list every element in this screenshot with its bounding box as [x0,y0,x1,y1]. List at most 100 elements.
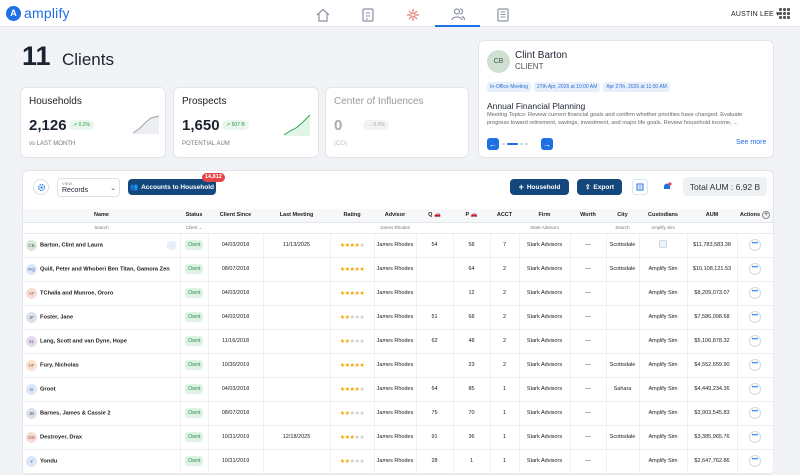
nav-clients[interactable] [435,3,480,27]
client-name[interactable]: Barton, Clint and Laura [40,242,103,248]
col-name[interactable]: Name [23,209,180,223]
client-name[interactable]: Quill, Peter and Whoberi Ben Titan, Gamo… [40,266,170,272]
filter-button[interactable] [632,179,648,195]
rating-stars[interactable]: ★★★★★ [330,401,375,426]
client-name[interactable]: Fury, Nicholas [40,362,79,368]
more-actions-button[interactable]: ••• [749,407,761,419]
col-p[interactable]: P 🚗 [453,209,490,223]
export-button[interactable]: ⇪ Export [577,179,622,195]
rating-stars[interactable]: ★★★★★ [330,377,375,402]
firm-filter[interactable]: Stark Advisors [519,222,570,234]
add-column-icon[interactable]: + [762,211,771,220]
more-actions-button[interactable]: ••• [749,239,761,251]
client-name[interactable]: Lang, Scott and van Dyne, Hope [40,338,127,344]
col-aum[interactable]: AUM [687,209,737,223]
rating-stars[interactable]: ★★★★★ [330,233,375,258]
client-name-cell[interactable]: JF Foster, Jane [23,305,181,330]
col-client-since[interactable]: Client Since [208,209,263,223]
client-name-cell[interactable]: NF Fury, Nicholas [23,353,181,378]
table-row[interactable]: PQ Quill, Peter and Whoberi Ben Titan, Ga… [23,257,774,282]
rating-stars[interactable]: ★★★★★ [330,257,375,282]
amplify-logo[interactable]: A amplify [6,5,70,21]
client-name[interactable]: Foster, Jane [40,314,73,320]
col-q[interactable]: Q 🚗 [416,209,453,223]
table-row[interactable]: NF Fury, Nicholas Client 10/30/2019 ★★★★★ Jam… [23,353,774,378]
client-name-cell[interactable]: DD Destroyer, Drax [23,425,181,450]
rating-stars[interactable]: ★★★★★ [330,305,375,330]
col-acct[interactable]: ACCT [490,209,519,223]
see-more-link[interactable]: See more [736,139,766,146]
table-row[interactable]: Y Yondu Client 10/31/2019 ★★★★★ James Rhodes 2… [23,449,774,474]
client-name-cell[interactable]: CB Barton, Clint and Laura [23,233,181,258]
custodians-filter[interactable]: Amplify Sim [639,222,687,234]
nav-reports[interactable] [480,3,525,27]
more-actions-button[interactable]: ••• [749,335,761,347]
user-menu[interactable]: AUSTIN LEE ▾ [731,10,780,18]
table-row[interactable]: DD Destroyer, Drax Client 10/31/2019 12/18/2… [23,425,774,450]
household-icon[interactable] [166,240,176,250]
name-search-input[interactable]: Search [23,222,180,234]
last-meeting: 12/18/2025 [263,425,331,450]
firm: Stark Advisors [519,329,571,354]
client-name-cell[interactable]: JB Barnes, James & Cassie 2 [23,401,181,426]
prev-button[interactable]: ← [487,138,499,150]
nav-home[interactable] [300,3,345,27]
table-row[interactable]: G Groot Client 04/03/2018 ★★★★★ James Rhodes 6… [23,377,774,402]
client-name[interactable]: Barnes, James & Cassie 2 [40,410,111,416]
city-search-input[interactable]: Search [606,222,639,234]
more-actions-button[interactable]: ••• [749,431,761,443]
apps-grid-icon[interactable] [779,8,790,19]
client-name[interactable]: Clint Barton [515,50,567,61]
rating-stars[interactable]: ★★★★★ [330,449,375,474]
col-status[interactable]: Status [180,209,208,223]
table-row[interactable]: SL Lang, Scott and van Dyne, Hope Client 11… [23,329,774,354]
add-household-button[interactable]: + Household [510,179,569,195]
more-actions-button[interactable]: ••• [749,383,761,395]
client-name-cell[interactable]: PQ Quill, Peter and Whoberi Ben Titan, Ga… [23,257,181,282]
client-name[interactable]: Destroyer, Drax [40,434,82,440]
col-actions[interactable]: Actions + [737,209,773,223]
notifications-button[interactable] [659,179,675,195]
advisor-filter[interactable]: James Rhodes [374,222,416,234]
status-filter[interactable]: Client ⌄ [180,222,208,234]
client-name-cell[interactable]: AT TChalla and Munroe, Ororo [23,281,181,306]
col-advisor[interactable]: Advisor [374,209,416,223]
col-rating[interactable]: Rating [330,209,374,223]
nav-finance[interactable] [345,3,390,27]
client-name[interactable]: TChalla and Munroe, Ororo [40,290,113,296]
client-name-cell[interactable]: G Groot [23,377,181,402]
next-button[interactable]: → [541,138,553,150]
rating-stars[interactable]: ★★★★★ [330,353,375,378]
client-name-cell[interactable]: Y Yondu [23,449,181,474]
col-last-meeting[interactable]: Last Meeting [263,209,330,223]
more-actions-button[interactable]: ••• [749,311,761,323]
more-actions-button[interactable]: ••• [749,359,761,371]
col-city[interactable]: City [606,209,639,223]
table-row[interactable]: CB Barton, Clint and Laura Client 04/03/201… [23,233,774,258]
bell-icon [664,182,672,191]
rating-stars[interactable]: ★★★★★ [330,329,375,354]
rating-stars[interactable]: ★★★★★ [330,425,375,450]
client-name-cell[interactable]: SL Lang, Scott and van Dyne, Hope [23,329,181,354]
col-firm[interactable]: Firm [519,209,570,223]
households-card[interactable]: Households 2,126 ↗ 0.2% vs LAST MONTH [20,87,166,158]
rating-stars[interactable]: ★★★★★ [330,281,375,306]
view-select[interactable]: VIEW Records ⌄ [57,178,120,197]
accounts-to-household-button[interactable]: 👥 Accounts to Household [128,179,216,195]
more-actions-button[interactable]: ••• [749,287,761,299]
more-actions-button[interactable]: ••• [749,455,761,467]
nav-insights[interactable] [390,3,435,27]
client-name[interactable]: Yondu [40,458,57,464]
col-worth[interactable]: Worth [570,209,606,223]
client-name[interactable]: Groot [40,386,55,392]
city [606,449,640,474]
more-actions-button[interactable]: ••• [749,263,761,275]
upcoming-meeting-card[interactable]: CB Clint Barton CLIENT In-Office Meeting… [478,40,774,158]
col-custodians[interactable]: Custodians [639,209,687,223]
settings-button[interactable] [33,179,49,195]
table-row[interactable]: JB Barnes, James & Cassie 2 Client 08/07/20… [23,401,774,426]
table-row[interactable]: AT TChalla and Munroe, Ororo Client 04/03/2… [23,281,774,306]
prospects-card[interactable]: Prospects 1,650 ↗ 507 B POTENTIAL AUM [173,87,319,158]
center-of-influences-card[interactable]: Center of Influences 0 → 0.0% (CO) [325,87,469,158]
table-row[interactable]: JF Foster, Jane Client 04/02/2018 ★★★★★ James… [23,305,774,330]
